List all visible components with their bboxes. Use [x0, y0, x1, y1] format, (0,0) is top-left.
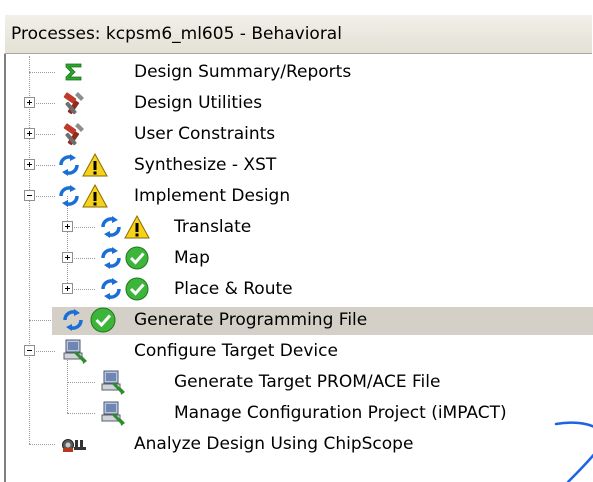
process-item-analyze-design-chipscope[interactable]: Analyze Design Using ChipScope [6, 428, 593, 460]
process-item-place-route[interactable]: Place & Route [6, 273, 593, 305]
process-item-manage-configuration-project[interactable]: Manage Configuration Project (iMPACT) [6, 397, 593, 429]
process-item-map[interactable]: Map [6, 242, 593, 274]
warning-icon [124, 213, 150, 241]
process-item-label: Design Utilities [134, 93, 263, 113]
refresh-icon [98, 244, 124, 272]
collapse-minus-icon[interactable] [24, 190, 35, 201]
process-item-generate-target-prom-ace-file[interactable]: Generate Target PROM/ACE File [6, 366, 593, 398]
expand-plus-icon[interactable] [24, 128, 35, 139]
process-item-label: Map [174, 248, 210, 268]
expand-plus-icon[interactable] [62, 283, 73, 294]
processes-panel: Processes: kcpsm6_ml605 - Behavioral Des… [0, 0, 593, 482]
process-item-implement-design[interactable]: Implement Design [6, 180, 593, 212]
refresh-icon [56, 151, 82, 179]
expand-plus-icon[interactable] [62, 252, 73, 263]
process-item-label: Configure Target Device [134, 341, 338, 361]
collapse-minus-icon[interactable] [24, 345, 35, 356]
process-item-design-utilities[interactable]: Design Utilities [6, 87, 593, 119]
panel-title-bar: Processes: kcpsm6_ml605 - Behavioral [4, 14, 592, 54]
process-item-user-constraints[interactable]: User Constraints [6, 118, 593, 150]
process-item-label: Translate [174, 217, 252, 237]
process-item-generate-programming-file[interactable]: Generate Programming File [6, 304, 593, 336]
process-item-label: Manage Configuration Project (iMPACT) [174, 403, 507, 423]
device-config-icon [98, 399, 126, 427]
tools-icon [60, 120, 88, 148]
check-icon [124, 275, 150, 303]
tools-icon [60, 89, 88, 117]
process-item-label: Design Summary/Reports [134, 62, 352, 82]
refresh-icon [60, 306, 86, 334]
process-item-configure-target-device[interactable]: Configure Target Device [6, 335, 593, 367]
sigma-icon [60, 58, 88, 86]
process-item-design-summary-reports[interactable]: Design Summary/Reports [6, 56, 593, 88]
chipscope-icon [60, 430, 90, 458]
process-item-label: User Constraints [134, 124, 276, 144]
check-icon [88, 306, 118, 334]
expand-plus-icon[interactable] [62, 221, 73, 232]
process-item-label: Implement Design [134, 186, 291, 206]
process-item-label: Synthesize - XST [134, 155, 277, 175]
refresh-icon [98, 213, 124, 241]
expand-plus-icon[interactable] [24, 97, 35, 108]
process-item-translate[interactable]: Translate [6, 211, 593, 243]
check-icon [124, 244, 150, 272]
process-item-label: Place & Route [174, 279, 293, 299]
process-item-synthesize-xst[interactable]: Synthesize - XST [6, 149, 593, 181]
device-config-icon [98, 368, 126, 396]
refresh-icon [56, 182, 82, 210]
refresh-icon [98, 275, 124, 303]
process-item-label: Generate Programming File [134, 310, 368, 330]
panel-title: Processes: kcpsm6_ml605 - Behavioral [11, 24, 342, 44]
warning-icon [82, 182, 108, 210]
expand-plus-icon[interactable] [24, 159, 35, 170]
process-item-label: Generate Target PROM/ACE File [174, 372, 441, 392]
warning-icon [82, 151, 108, 179]
process-item-label: Analyze Design Using ChipScope [134, 434, 414, 454]
process-tree: Design Summary/Reports Design Utilities [6, 56, 593, 482]
device-config-icon [60, 337, 88, 365]
panel-header: Processes: kcpsm6_ml605 - Behavioral [0, 0, 593, 56]
